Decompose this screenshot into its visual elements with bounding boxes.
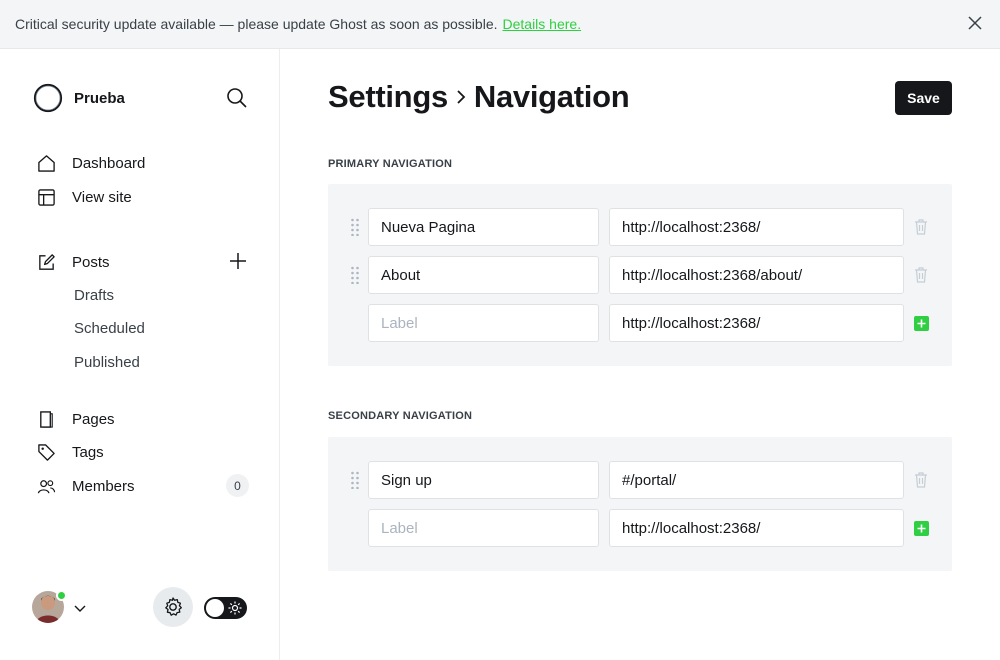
sun-icon — [228, 601, 242, 615]
nav-url-input[interactable]: http://localhost:2368/about/ — [609, 256, 904, 294]
nav-url-input[interactable]: #/portal/ — [609, 461, 904, 499]
banner-message: Critical security update available — ple… — [15, 16, 498, 32]
house-icon — [38, 154, 55, 172]
sidebar-item-members[interactable]: Members — [37, 475, 135, 497]
dark-mode-toggle[interactable] — [204, 597, 247, 619]
sidebar-subitem-drafts[interactable]: Drafts — [74, 287, 114, 304]
gear-icon — [165, 597, 182, 616]
pages-icon — [40, 410, 53, 428]
secondary-navigation-panel: Sign up #/portal/ Label http://localhost… — [328, 437, 952, 571]
drag-handle-icon[interactable] — [350, 218, 360, 236]
nav-row: About http://localhost:2368/about/ — [328, 256, 952, 294]
close-icon[interactable] — [968, 16, 982, 30]
trash-icon[interactable] — [914, 219, 928, 235]
layout-icon — [38, 188, 55, 206]
drag-handle-icon[interactable] — [350, 266, 360, 284]
sidebar-item-posts[interactable]: Posts — [37, 251, 110, 273]
sidebar-subitem-scheduled[interactable]: Scheduled — [74, 320, 145, 337]
trash-icon[interactable] — [914, 472, 928, 488]
plus-icon — [917, 524, 926, 533]
page-title: Settings Navigation — [328, 79, 630, 115]
nav-label-input[interactable]: Sign up — [368, 461, 599, 499]
users-icon — [37, 479, 56, 493]
online-status-dot — [56, 590, 67, 601]
trash-icon[interactable] — [914, 267, 928, 283]
drag-handle-icon[interactable] — [350, 471, 360, 489]
sidebar-subitem-published[interactable]: Published — [74, 354, 140, 371]
add-nav-item-button[interactable] — [914, 316, 929, 331]
nav-new-row: Label http://localhost:2368/ — [328, 304, 952, 342]
nav-row: Nueva Pagina http://localhost:2368/ — [328, 208, 952, 246]
breadcrumb-current: Navigation — [473, 79, 630, 114]
add-nav-item-button[interactable] — [914, 521, 929, 536]
breadcrumb-settings[interactable]: Settings — [328, 79, 448, 115]
new-nav-url-input[interactable]: http://localhost:2368/ — [609, 509, 904, 547]
update-banner: Critical security update available — ple… — [0, 0, 1000, 49]
sidebar-item-tags[interactable]: Tags — [37, 441, 104, 463]
sidebar: Prueba Dashboard View site Posts Drafts … — [0, 49, 280, 660]
site-name: Prueba — [74, 89, 125, 107]
sidebar-item-label: Posts — [72, 253, 110, 271]
sidebar-item-label: Members — [72, 477, 135, 495]
nav-row: Sign up #/portal/ — [328, 461, 952, 499]
chevron-down-icon[interactable] — [74, 602, 86, 614]
banner-details-link[interactable]: Details here. — [503, 16, 582, 32]
tag-icon — [38, 443, 55, 461]
nav-label-input[interactable]: About — [368, 256, 599, 294]
plus-icon — [917, 319, 926, 328]
pencil-square-icon — [39, 253, 55, 270]
search-icon[interactable] — [226, 87, 248, 109]
sidebar-item-dashboard[interactable]: Dashboard — [37, 152, 145, 174]
sidebar-item-label: View site — [72, 188, 132, 206]
new-nav-url-input[interactable]: http://localhost:2368/ — [609, 304, 904, 342]
primary-navigation-heading: PRIMARY NAVIGATION — [328, 158, 453, 170]
sidebar-item-label: Tags — [72, 443, 104, 461]
main-content: Settings Navigation Save PRIMARY NAVIGAT… — [281, 49, 1000, 660]
user-menu[interactable] — [32, 590, 67, 623]
chevron-right-icon — [457, 90, 466, 104]
nav-new-row: Label http://localhost:2368/ — [328, 509, 952, 547]
sidebar-item-label: Pages — [72, 410, 115, 428]
site-brand[interactable]: Prueba — [33, 83, 125, 113]
members-count-badge: 0 — [226, 474, 249, 497]
new-nav-label-input[interactable]: Label — [368, 304, 599, 342]
save-button[interactable]: Save — [895, 81, 952, 115]
site-logo-icon — [33, 83, 63, 113]
sidebar-item-view-site[interactable]: View site — [37, 186, 132, 208]
secondary-navigation-heading: SECONDARY NAVIGATION — [328, 410, 473, 422]
new-post-plus-icon[interactable] — [228, 251, 248, 271]
new-nav-label-input[interactable]: Label — [368, 509, 599, 547]
primary-navigation-panel: Nueva Pagina http://localhost:2368/ Abou… — [328, 184, 952, 366]
sidebar-item-pages[interactable]: Pages — [37, 408, 115, 430]
settings-button[interactable] — [153, 587, 193, 627]
nav-label-input[interactable]: Nueva Pagina — [368, 208, 599, 246]
nav-url-input[interactable]: http://localhost:2368/ — [609, 208, 904, 246]
toggle-knob — [206, 599, 224, 617]
sidebar-item-label: Dashboard — [72, 154, 146, 172]
